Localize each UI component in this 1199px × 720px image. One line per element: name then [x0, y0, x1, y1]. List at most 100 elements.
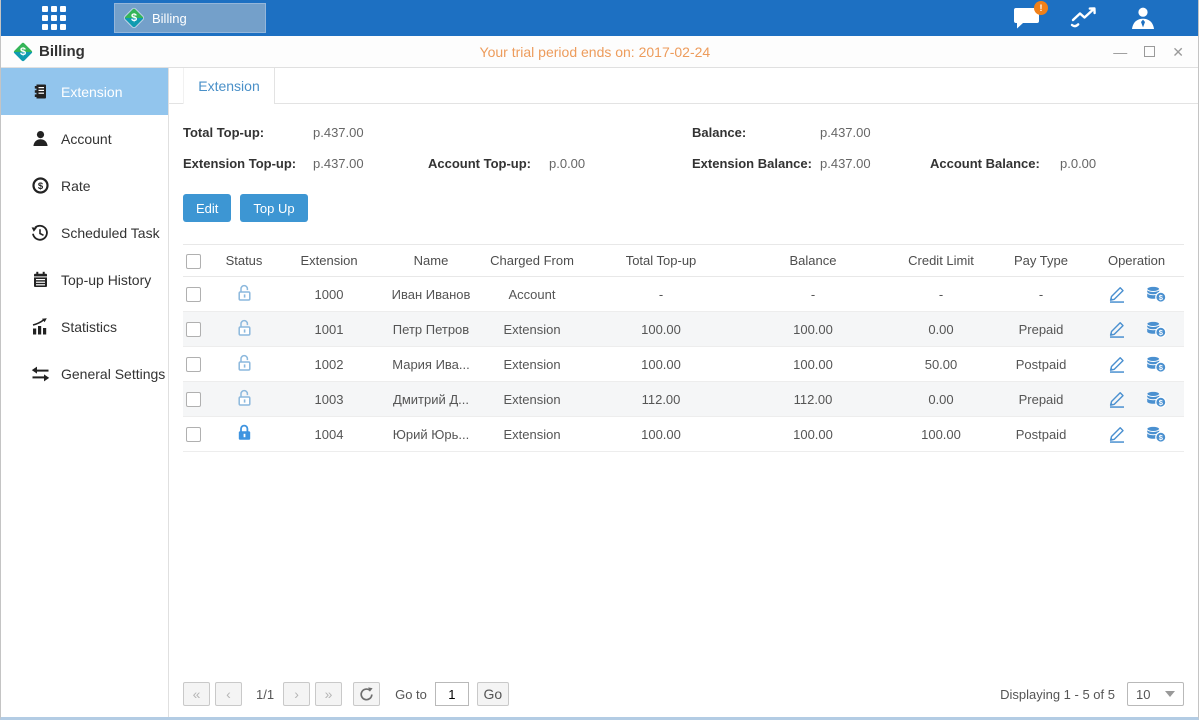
monitor-chart-icon[interactable]: [1070, 6, 1100, 30]
extension-cell: 1002: [275, 357, 383, 372]
page-size-select[interactable]: 10: [1127, 682, 1184, 706]
operation-cell: $: [1089, 355, 1184, 373]
extension-balance-label: Extension Balance:: [692, 156, 820, 171]
billing-diamond-icon: $: [13, 42, 33, 62]
first-page-button[interactable]: «: [183, 682, 210, 706]
maximize-icon[interactable]: [1144, 46, 1155, 57]
sidebar-item-label: Scheduled Task: [61, 225, 160, 241]
edit-icon[interactable]: [1107, 355, 1127, 373]
sidebar-item-general-settings[interactable]: General Settings: [1, 350, 168, 397]
name-cell: Дмитрий Д...: [383, 392, 479, 407]
table-row[interactable]: 1004 Юрий Юрь... Extension 100.00 100.00…: [183, 417, 1184, 452]
edit-icon[interactable]: [1107, 425, 1127, 443]
next-page-button[interactable]: ›: [283, 682, 310, 706]
scheduled-task-icon: [30, 224, 50, 242]
sidebar: Extension Account $ Rate: [1, 68, 169, 717]
summary-section: Total Top-up: p.437.00 Extension Top-up:…: [183, 104, 1184, 178]
apps-grid-icon[interactable]: [41, 5, 67, 31]
table-row[interactable]: 1001 Петр Петров Extension 100.00 100.00…: [183, 312, 1184, 347]
prev-page-button[interactable]: ‹: [215, 682, 242, 706]
table-row[interactable]: 1003 Дмитрий Д... Extension 112.00 112.0…: [183, 382, 1184, 417]
minimize-icon[interactable]: —: [1113, 45, 1127, 59]
close-icon[interactable]: ✕: [1172, 45, 1184, 59]
extension-cell: 1004: [275, 427, 383, 442]
balance-label: Balance:: [692, 125, 820, 140]
refresh-button[interactable]: [353, 682, 380, 706]
status-unlocked-icon: [235, 388, 254, 407]
account-icon: [30, 130, 50, 147]
balance-cell: 100.00: [737, 357, 889, 372]
row-checkbox[interactable]: [186, 427, 201, 442]
topup-icon[interactable]: $: [1145, 390, 1167, 408]
tab-strip: Extension: [169, 68, 1198, 104]
navbar-right-icons: !: [1013, 6, 1156, 30]
balance-cell: 112.00: [737, 392, 889, 407]
sidebar-item-account[interactable]: Account: [1, 115, 168, 162]
extensions-table: Status Extension Name Charged From Total…: [183, 244, 1184, 452]
extension-balance-value: p.437.00: [820, 156, 930, 171]
navbar-tab-billing[interactable]: $ Billing: [114, 3, 266, 33]
sidebar-item-topup-history[interactable]: Top-up History: [1, 256, 168, 303]
total-topup-cell: 100.00: [585, 357, 737, 372]
tab-label: Extension: [198, 78, 259, 94]
topup-icon[interactable]: $: [1145, 285, 1167, 303]
status-cell: [213, 283, 275, 305]
sidebar-item-statistics[interactable]: Statistics: [1, 303, 168, 350]
content-area: Extension Account $ Rate: [1, 68, 1198, 717]
charged-from-cell: Extension: [479, 322, 585, 337]
first-page-icon: «: [193, 686, 201, 702]
page-indicator: 1/1: [247, 687, 283, 702]
col-name: Name: [383, 253, 479, 268]
total-topup-cell: 100.00: [585, 427, 737, 442]
credit-limit-cell: 0.00: [889, 322, 993, 337]
col-total-topup: Total Top-up: [585, 253, 737, 268]
rate-icon: $: [30, 177, 50, 194]
charged-from-cell: Extension: [479, 427, 585, 442]
billing-diamond-icon: $: [124, 8, 144, 28]
edit-icon[interactable]: [1107, 285, 1127, 303]
row-checkbox[interactable]: [186, 287, 201, 302]
topup-icon[interactable]: $: [1145, 425, 1167, 443]
account-balance-value: p.0.00: [1060, 156, 1184, 171]
topup-icon[interactable]: $: [1145, 320, 1167, 338]
name-cell: Мария Ива...: [383, 357, 479, 372]
select-all-checkbox[interactable]: [186, 254, 201, 269]
extension-topup-label: Extension Top-up:: [183, 156, 313, 171]
extension-topup-value: p.437.00: [313, 156, 428, 171]
balance-cell: -: [737, 287, 889, 302]
last-page-button[interactable]: »: [315, 682, 342, 706]
sidebar-item-scheduled-task[interactable]: Scheduled Task: [1, 209, 168, 256]
sidebar-item-label: Extension: [61, 84, 122, 100]
topup-icon[interactable]: $: [1145, 355, 1167, 373]
sidebar-item-label: Account: [61, 131, 112, 147]
goto-page-input[interactable]: [435, 682, 469, 706]
total-topup-cell: 112.00: [585, 392, 737, 407]
table-row[interactable]: 1002 Мария Ива... Extension 100.00 100.0…: [183, 347, 1184, 382]
user-icon[interactable]: [1130, 6, 1156, 30]
top-navbar: $ Billing !: [1, 0, 1198, 36]
credit-limit-cell: 0.00: [889, 392, 993, 407]
messages-icon[interactable]: !: [1013, 7, 1040, 30]
row-checkbox[interactable]: [186, 357, 201, 372]
go-button-label: Go: [484, 686, 503, 702]
general-settings-icon: [30, 366, 50, 382]
total-topup-cell: -: [585, 287, 737, 302]
status-cell: [213, 423, 275, 445]
extension-icon: [30, 83, 50, 100]
total-topup-label: Total Top-up:: [183, 125, 313, 140]
tab-extension[interactable]: Extension: [183, 68, 275, 104]
row-checkbox[interactable]: [186, 322, 201, 337]
sidebar-item-extension[interactable]: Extension: [1, 68, 168, 115]
edit-icon[interactable]: [1107, 320, 1127, 338]
edit-icon[interactable]: [1107, 390, 1127, 408]
table-header: Status Extension Name Charged From Total…: [183, 244, 1184, 277]
sidebar-item-rate[interactable]: $ Rate: [1, 162, 168, 209]
statistics-icon: [30, 318, 50, 335]
go-button[interactable]: Go: [477, 682, 509, 706]
empty-space: [183, 452, 1184, 671]
pay-type-cell: Prepaid: [993, 322, 1089, 337]
top-up-button[interactable]: Top Up: [240, 194, 307, 222]
row-checkbox[interactable]: [186, 392, 201, 407]
table-row[interactable]: 1000 Иван Иванов Account - - - - $: [183, 277, 1184, 312]
edit-button[interactable]: Edit: [183, 194, 231, 222]
